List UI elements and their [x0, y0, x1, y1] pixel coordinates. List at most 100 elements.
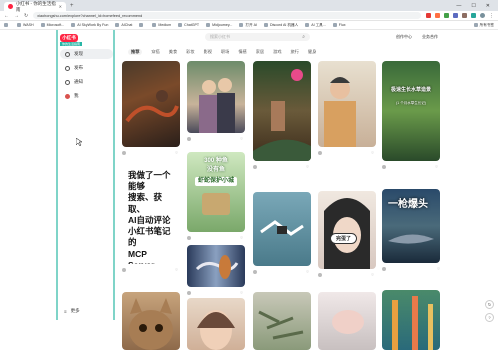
like-icon[interactable]: ♡	[175, 268, 178, 272]
bookmark-icon	[71, 23, 76, 27]
like-icon[interactable]: ♡	[435, 165, 438, 169]
search-icon[interactable]: ⌕	[302, 34, 305, 40]
bell-icon	[65, 79, 70, 85]
plus-icon	[65, 65, 70, 71]
avatar	[122, 151, 126, 155]
new-tab-button[interactable]: +	[70, 3, 74, 9]
search-input[interactable]: 搜索小红书 ⌕	[205, 33, 310, 41]
browser-tab[interactable]: 小红书 - 你的生活指南 ✕	[4, 1, 66, 12]
sidebar-item-discover[interactable]: 发现	[60, 49, 113, 59]
like-icon[interactable]: ♡	[306, 270, 309, 274]
business-link[interactable]: 业务合作	[422, 34, 438, 40]
bookmark-item[interactable]	[4, 23, 10, 27]
url-field[interactable]: xiaohongshu.com/explore?channel_id=homef…	[33, 12, 421, 19]
bookmark-item[interactable]: Microsoft...	[40, 23, 64, 27]
extension-icon[interactable]	[471, 13, 476, 18]
close-window-icon[interactable]: ✕	[486, 3, 490, 9]
extension-icon[interactable]	[435, 13, 440, 18]
bookmark-item[interactable]	[139, 23, 145, 27]
card-text-image: 我做了一个能够 搜索、获取、 AI自动评论 小红书笔记的 MCP Server	[122, 166, 180, 264]
feed-card[interactable]: ♡	[187, 61, 245, 141]
like-icon[interactable]: ♡	[240, 137, 243, 141]
feed-card[interactable]	[253, 292, 311, 350]
like-icon[interactable]: ♡	[437, 267, 440, 271]
feed-card[interactable]: ♡	[253, 192, 311, 274]
forward-icon[interactable]: →	[14, 13, 19, 19]
tab-fitness[interactable]: 健身	[308, 49, 316, 55]
tab-film[interactable]: 影视	[204, 49, 212, 55]
extension-icon[interactable]	[426, 13, 431, 18]
card-meta: ♡	[318, 151, 376, 155]
bookmark-item[interactable]: WASH	[17, 23, 34, 27]
person-photo	[324, 77, 356, 147]
feed-card[interactable]: ♡	[318, 61, 376, 155]
bookmark-icon	[17, 23, 21, 27]
menu-icon[interactable]: ⋮	[489, 13, 494, 19]
tab-makeup[interactable]: 彩妆	[186, 49, 194, 55]
extension-icon[interactable]	[462, 13, 467, 18]
bookmark-item[interactable]: AIChat	[115, 23, 132, 27]
feed-card-text[interactable]: 我做了一个能够 搜索、获取、 AI自动评论 小红书笔记的 MCP Server …	[122, 166, 180, 272]
bookmark-icon	[264, 23, 269, 27]
text-line: 搜索、获取、	[128, 192, 163, 214]
extension-icon[interactable]	[453, 13, 458, 18]
refresh-button[interactable]: ↻	[485, 300, 494, 309]
channel-tabs: 推荐 穿搭 美食 彩妆 影视 职场 情感 家居 游戏 旅行 健身	[128, 49, 316, 55]
like-icon[interactable]: ♡	[371, 151, 374, 155]
avatar	[318, 151, 322, 155]
user-icon	[65, 93, 70, 99]
like-icon[interactable]: ♡	[306, 165, 309, 169]
bookmark-item[interactable]: Medium	[152, 23, 171, 27]
like-icon[interactable]: ♡	[240, 236, 243, 240]
tab-home[interactable]: 家居	[256, 49, 264, 55]
tab-outfit[interactable]: 穿搭	[151, 49, 159, 55]
reload-icon[interactable]: ↻	[24, 13, 28, 19]
more-button[interactable]: ≡ 更多	[64, 308, 80, 314]
tab-emotion[interactable]: 情感	[238, 49, 246, 55]
help-button[interactable]: ?	[485, 313, 494, 322]
tab-career[interactable]: 职场	[221, 49, 229, 55]
feed-card[interactable]	[382, 290, 440, 350]
card-meta: ♡	[318, 273, 376, 277]
sidebar-item-notifications[interactable]: 通知	[60, 77, 113, 87]
tab-food[interactable]: 美食	[169, 49, 177, 55]
feed-card[interactable]: 极速生长水草造景 (1 个月水草生长记) ♡	[382, 61, 440, 169]
hand-image	[318, 292, 376, 350]
tab-travel[interactable]: 旅行	[291, 49, 299, 55]
bookmark-item[interactable]: AI 工具...	[305, 23, 326, 28]
creator-center-link[interactable]: 创作中心	[396, 34, 412, 40]
back-icon[interactable]: ←	[4, 13, 9, 19]
sidebar-item-me[interactable]: 我	[60, 91, 113, 101]
feed-card[interactable]: 300 种鱼 没有鱼 虾蛇保护小城 ♡	[187, 152, 245, 240]
feed-card[interactable]: ♡	[253, 61, 311, 169]
bookmark-item[interactable]: Flux	[332, 23, 346, 27]
sidebar-item-publish[interactable]: 发布	[60, 63, 113, 73]
bookmark-item[interactable]: 打开 AI	[239, 23, 257, 28]
card-meta: ♡	[382, 267, 440, 271]
tab-game[interactable]: 游戏	[273, 49, 281, 55]
bookmark-item[interactable]: ChatGPT	[178, 23, 199, 27]
like-icon[interactable]: ♡	[240, 291, 243, 295]
bookmark-icon	[40, 23, 45, 27]
feed-card[interactable]: ♡	[122, 61, 180, 155]
feed-card[interactable]: 一枪爆头 ♡	[382, 189, 440, 271]
close-tab-icon[interactable]: ✕	[59, 4, 62, 9]
all-bookmarks[interactable]: 所有书签	[473, 23, 494, 28]
bookmark-item[interactable]: Midjourney...	[206, 23, 232, 27]
feed-card[interactable]: ♡	[187, 245, 245, 295]
tab-recommend[interactable]: 推荐	[128, 49, 143, 55]
logo[interactable]: 小红书	[60, 34, 78, 42]
like-icon[interactable]: ♡	[371, 273, 374, 277]
lizard-image	[125, 90, 179, 123]
feed-card[interactable]	[318, 292, 376, 350]
like-icon[interactable]: ♡	[175, 151, 178, 155]
feed-card[interactable]	[187, 298, 245, 350]
maximize-icon[interactable]: ☐	[471, 3, 475, 9]
feed-card[interactable]: 完蛋了 ♡	[318, 191, 376, 277]
feed-card[interactable]	[122, 292, 180, 350]
minimize-icon[interactable]: —	[456, 3, 461, 9]
bookmark-item[interactable]: AI SkyWork By Fun	[71, 23, 108, 27]
profile-avatar[interactable]	[480, 13, 485, 18]
bookmark-item[interactable]: Discord AI 机器人	[264, 23, 298, 28]
extension-icon[interactable]	[444, 13, 449, 18]
